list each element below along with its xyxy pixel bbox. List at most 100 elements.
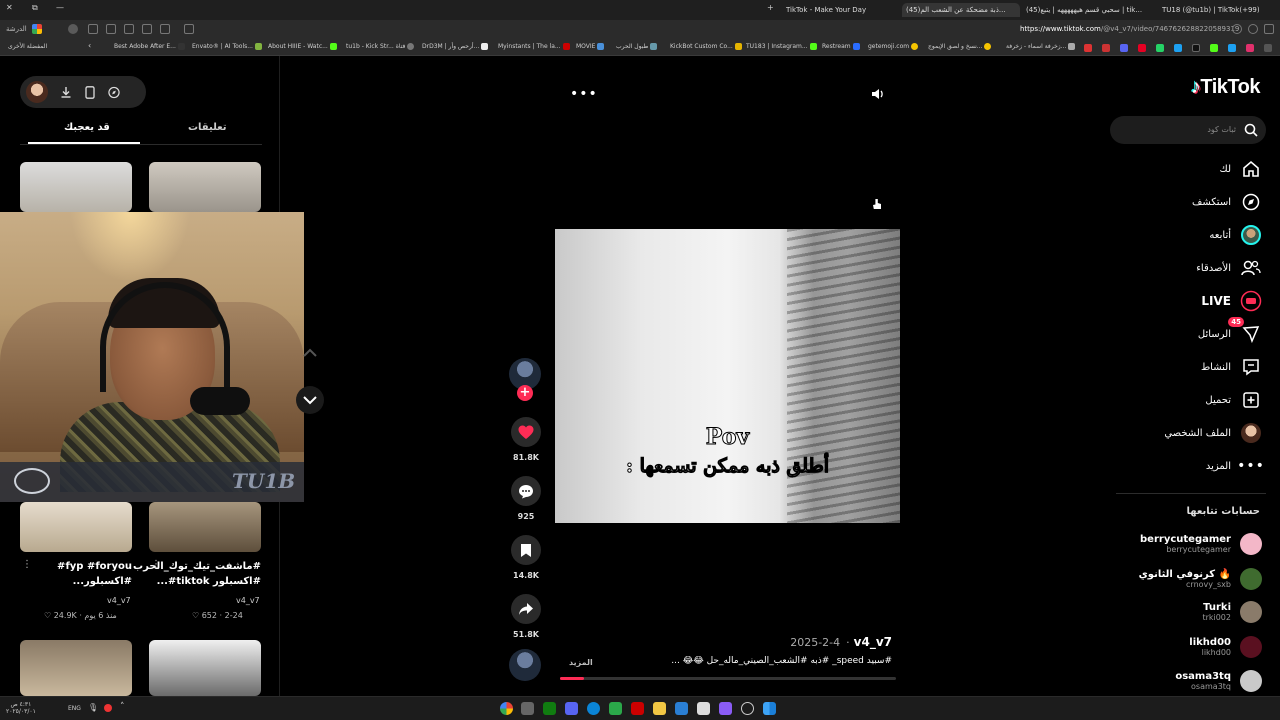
site-info-icon[interactable] (1232, 24, 1242, 34)
volume-icon[interactable] (870, 86, 884, 105)
video-thumbnail[interactable] (149, 502, 261, 552)
share-button[interactable] (511, 594, 541, 624)
bookmark-item[interactable]: Best Adobe After E... (114, 43, 185, 50)
next-video-button[interactable] (296, 386, 324, 414)
app-icon[interactable] (521, 702, 534, 715)
bookmark-item[interactable]: Envato® | AI Tools... (192, 43, 262, 50)
video-player[interactable]: Pov أطلق ذبه ممكن تسمعها : (555, 229, 900, 523)
microphone-icon[interactable]: 🎙 (88, 703, 98, 712)
comment-button[interactable] (511, 476, 541, 506)
telegram-icon[interactable] (1174, 44, 1182, 52)
tiktok-logo[interactable]: ♪TikTok (1188, 76, 1261, 99)
video-author[interactable]: v4_v7 (854, 635, 892, 649)
search-icon[interactable] (1244, 122, 1258, 141)
nav-following[interactable]: أتابعه (1209, 223, 1262, 247)
account-avatar[interactable] (68, 24, 78, 34)
nav-more[interactable]: ••• المزيد (1206, 454, 1264, 478)
bookmark-item[interactable]: About HIIIE - Watc... (268, 43, 337, 50)
app-icon[interactable] (609, 702, 622, 715)
follow-plus-button[interactable]: + (517, 385, 533, 401)
new-tab-button[interactable]: + (767, 3, 774, 12)
window-menu-icon[interactable]: ✕ (6, 3, 13, 12)
app-icon[interactable] (697, 702, 710, 715)
window-restore-icon[interactable]: ⧉ (32, 3, 38, 13)
video-thumbnail[interactable] (20, 162, 132, 212)
video-thumbnail[interactable] (149, 640, 261, 696)
window-minimize-icon[interactable]: — (56, 3, 64, 12)
following-account[interactable]: berrycutegamer berrycutegamer (1140, 530, 1262, 558)
profile-label[interactable]: الدرشة (6, 25, 27, 33)
nav-friends[interactable]: الأصدقاء (1196, 256, 1262, 280)
bookmark-button[interactable] (511, 535, 541, 565)
kick-icon[interactable] (1210, 44, 1218, 52)
following-account[interactable]: كرنوفي الثانوي 🔥 crnovy_sxb (1139, 565, 1262, 593)
video-card-author[interactable]: v4_v7 (107, 596, 131, 605)
app-icon[interactable] (631, 702, 644, 715)
search-input[interactable]: ثبات كود (1110, 116, 1266, 144)
back-icon[interactable] (1264, 24, 1274, 34)
whatsapp-icon[interactable] (1156, 44, 1164, 52)
nav-for-you[interactable]: لك (1220, 157, 1262, 181)
bookmark-item[interactable]: Restream (822, 43, 860, 50)
nav-explore[interactable]: استكشف (1192, 190, 1262, 214)
tab-profile[interactable]: TU18 (@tu1b) | TikTok(+99) (1162, 3, 1274, 17)
nav-upload[interactable]: تحميل (1205, 388, 1262, 412)
tab-current-video[interactable]: (45)ذبة مضحكة عن الشعب الم... (902, 3, 1020, 17)
video-card-caption[interactable]: #ماشفت_تيك_توك_الحرب #اكسبلور tiktok#... (133, 559, 261, 589)
next-author-avatar[interactable] (509, 649, 541, 681)
windows-start-icon[interactable] (763, 702, 776, 715)
extension-icon[interactable] (1084, 44, 1092, 52)
following-account[interactable]: osama3tq osama3tq (1175, 667, 1262, 695)
language-indicator[interactable]: ENG (68, 705, 81, 712)
like-action[interactable]: 81.8K (507, 417, 545, 462)
video-progress-bar[interactable] (560, 677, 896, 680)
video-thumbnail[interactable] (20, 502, 132, 552)
following-account[interactable]: likhd00 likhd00 (1189, 633, 1262, 661)
pinterest-icon[interactable] (1138, 44, 1146, 52)
share-action[interactable]: 51.8K (507, 594, 545, 639)
screenshot-icon[interactable] (184, 24, 194, 34)
xbox-app-icon[interactable] (543, 702, 556, 715)
bookmark-item[interactable]: getemoji.com (868, 43, 919, 50)
bookmark-folder[interactable]: المفضلة الأخرى (8, 43, 47, 50)
reload-icon[interactable] (1248, 24, 1258, 34)
video-thumbnail[interactable] (20, 640, 132, 696)
settings-icon[interactable] (106, 24, 116, 34)
avatar[interactable] (26, 81, 48, 103)
nav-activity[interactable]: النشاط (1201, 355, 1262, 379)
card-more-icon[interactable]: ⋮ (22, 559, 32, 570)
previous-video-button[interactable] (296, 338, 324, 366)
tab-tiktok-home[interactable]: TikTok - Make Your Day (786, 3, 896, 17)
sidebar-icon[interactable] (124, 24, 134, 34)
tiktok-bookmark-icon[interactable] (1192, 44, 1200, 52)
edge-app-icon[interactable] (587, 702, 600, 715)
bookmark-more-icon[interactable] (1264, 44, 1272, 52)
chrome-icon[interactable] (32, 24, 42, 34)
card-more-icon[interactable]: ⋮ (151, 559, 161, 570)
bookmark-item[interactable]: MOVIE (576, 43, 605, 50)
download-icon[interactable] (60, 86, 72, 98)
save-action[interactable]: 14.8K (507, 535, 545, 580)
nav-profile[interactable]: الملف الشخصي (1164, 421, 1262, 445)
chevron-left-icon[interactable]: ‹ (88, 41, 91, 50)
discord-icon[interactable] (1120, 44, 1128, 52)
chrome-app-icon[interactable] (500, 702, 513, 715)
tab-comments[interactable]: تعليقات (188, 122, 227, 133)
phone-icon[interactable] (84, 85, 96, 99)
instagram-icon[interactable] (1246, 44, 1254, 52)
nav-live[interactable]: LIVE (1201, 289, 1262, 313)
bookmark-item[interactable]: DrD3M | أرحص وأر... (422, 43, 489, 50)
video-thumbnail[interactable] (149, 162, 261, 212)
bookmark-item[interactable]: زخرفة اسماء - زخرفة... (1006, 43, 1076, 50)
tab-you-may-like[interactable]: قد يعجبك (64, 122, 110, 133)
bookmark-item[interactable]: KickBot Custom Co... (670, 43, 742, 50)
chevron-up-icon[interactable]: ˄ (120, 702, 125, 712)
caption-more-button[interactable]: المزيد (569, 658, 593, 667)
extension-icon[interactable] (88, 24, 98, 34)
video-card-author[interactable]: v4_v7 (236, 596, 260, 605)
share-icon[interactable] (160, 24, 170, 34)
search-icon[interactable] (741, 702, 754, 715)
file-explorer-icon[interactable] (653, 702, 666, 715)
bookmark-item[interactable]: Myinstants | The la... (498, 43, 570, 50)
bookmark-item[interactable]: نسخ و لصق الإيموج... (928, 43, 992, 50)
